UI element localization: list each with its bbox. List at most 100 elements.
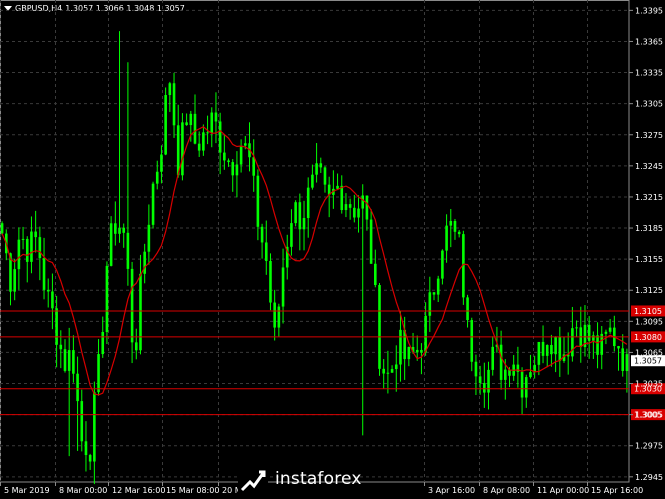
candle-body xyxy=(524,377,528,398)
candle-body xyxy=(0,223,4,234)
candle-body xyxy=(348,204,352,208)
candle-body xyxy=(407,346,411,360)
candle-body xyxy=(617,346,620,349)
y-tick-label: 1.3035 xyxy=(635,380,663,389)
candle-body xyxy=(38,237,42,259)
candle-body xyxy=(55,308,58,345)
candle-body xyxy=(432,292,436,295)
candle-body xyxy=(252,157,255,176)
candle-body xyxy=(621,348,625,371)
x-tick-label: 12 Mar 16:00 xyxy=(112,486,165,495)
candle-body xyxy=(72,350,75,374)
x-tick-label: 11 Apr 00:00 xyxy=(537,486,589,495)
candle-body xyxy=(227,160,230,163)
y-tick-label: 1.3215 xyxy=(635,193,663,202)
candle-body xyxy=(105,265,109,332)
candle-body xyxy=(202,132,205,151)
current-price-label: 1.3057 xyxy=(634,357,662,366)
candle-body xyxy=(88,455,92,462)
y-tick-label: 1.2975 xyxy=(635,442,663,451)
instaforex-logo-text: instaforex xyxy=(275,469,362,489)
candle-body xyxy=(491,346,495,370)
candle-body xyxy=(139,273,142,351)
candle-body xyxy=(185,122,188,126)
candle-body xyxy=(541,341,545,356)
x-tick-label: 15 Apr 16:00 xyxy=(591,486,643,495)
candle-body xyxy=(436,278,440,295)
candle-body xyxy=(483,382,486,393)
candle-body xyxy=(42,258,46,290)
candle-body xyxy=(311,174,314,188)
candle-body xyxy=(218,121,222,153)
candle-body xyxy=(315,163,318,175)
x-tick-label: 5 Mar 2019 xyxy=(4,486,50,495)
candle-body xyxy=(197,143,201,151)
candle-body xyxy=(206,132,209,134)
candle-body xyxy=(67,350,71,371)
candle-body xyxy=(604,331,608,334)
y-tick-label: 1.3245 xyxy=(635,162,663,171)
candle-body xyxy=(290,223,293,247)
candle-body xyxy=(441,250,444,279)
candle-body xyxy=(80,401,84,442)
candle-body xyxy=(474,361,478,377)
candle-body xyxy=(281,267,285,307)
candle-body xyxy=(264,242,268,261)
candle-body xyxy=(93,392,96,462)
candle-body xyxy=(269,260,272,303)
candle-body xyxy=(256,175,260,227)
x-tick-label: 8 Mar 00:00 xyxy=(59,486,107,495)
candle-body xyxy=(390,369,394,373)
x-tick-label: 15 Mar 08:00 xyxy=(166,486,219,495)
candle-body xyxy=(558,336,562,361)
candle-body xyxy=(160,154,163,172)
candle-body xyxy=(592,335,595,341)
candle-body xyxy=(382,368,385,374)
price-chart[interactable]: 1.31051.30801.30301.30051.3057 1.33951.3… xyxy=(0,0,665,499)
candle-body xyxy=(587,324,591,341)
candle-body xyxy=(554,336,557,355)
candle-body xyxy=(214,112,218,122)
candle-body xyxy=(336,185,339,189)
candle-body xyxy=(353,207,356,218)
instaforex-logo: instaforex xyxy=(238,462,386,496)
candle-body xyxy=(415,349,419,353)
y-tick-label: 1.3335 xyxy=(635,69,663,78)
candle-body xyxy=(575,327,578,329)
candle-body xyxy=(277,306,281,328)
candle-body xyxy=(550,344,553,355)
candle-body xyxy=(608,327,612,332)
candle-body xyxy=(147,224,151,252)
y-tick-label: 1.3065 xyxy=(635,348,663,357)
candle-body xyxy=(34,231,37,238)
candle-body xyxy=(420,349,423,353)
candle-body xyxy=(181,122,184,176)
y-tick-label: 1.3395 xyxy=(635,6,663,15)
candle-body xyxy=(625,354,629,371)
y-tick-label: 1.3005 xyxy=(635,411,663,420)
candle-body xyxy=(223,152,226,161)
price-axis: 1.3395 1.3365 1.3335 1.3305 1.3275 1.3245 1.32… xyxy=(629,6,663,482)
candle-body xyxy=(344,204,348,211)
y-tick-label: 1.3155 xyxy=(635,255,663,264)
candle-body xyxy=(357,208,360,218)
candle-body xyxy=(365,195,369,220)
candle-body xyxy=(571,328,574,357)
candle-body xyxy=(193,113,197,144)
candle-body xyxy=(378,285,381,369)
candle-body xyxy=(126,232,130,269)
candles xyxy=(0,31,629,485)
candle-body xyxy=(596,335,599,355)
candle-body xyxy=(172,83,176,126)
candle-body xyxy=(176,125,180,176)
candle-body xyxy=(445,225,448,251)
candle-body xyxy=(361,195,365,209)
candle-body xyxy=(97,354,100,393)
level-label: 1.3080 xyxy=(634,333,662,342)
candle-body xyxy=(394,364,398,370)
y-tick-label: 1.3305 xyxy=(635,100,663,109)
candle-body xyxy=(319,163,323,168)
candle-body xyxy=(239,145,243,165)
candle-body xyxy=(453,221,457,232)
candle-body xyxy=(520,371,524,398)
